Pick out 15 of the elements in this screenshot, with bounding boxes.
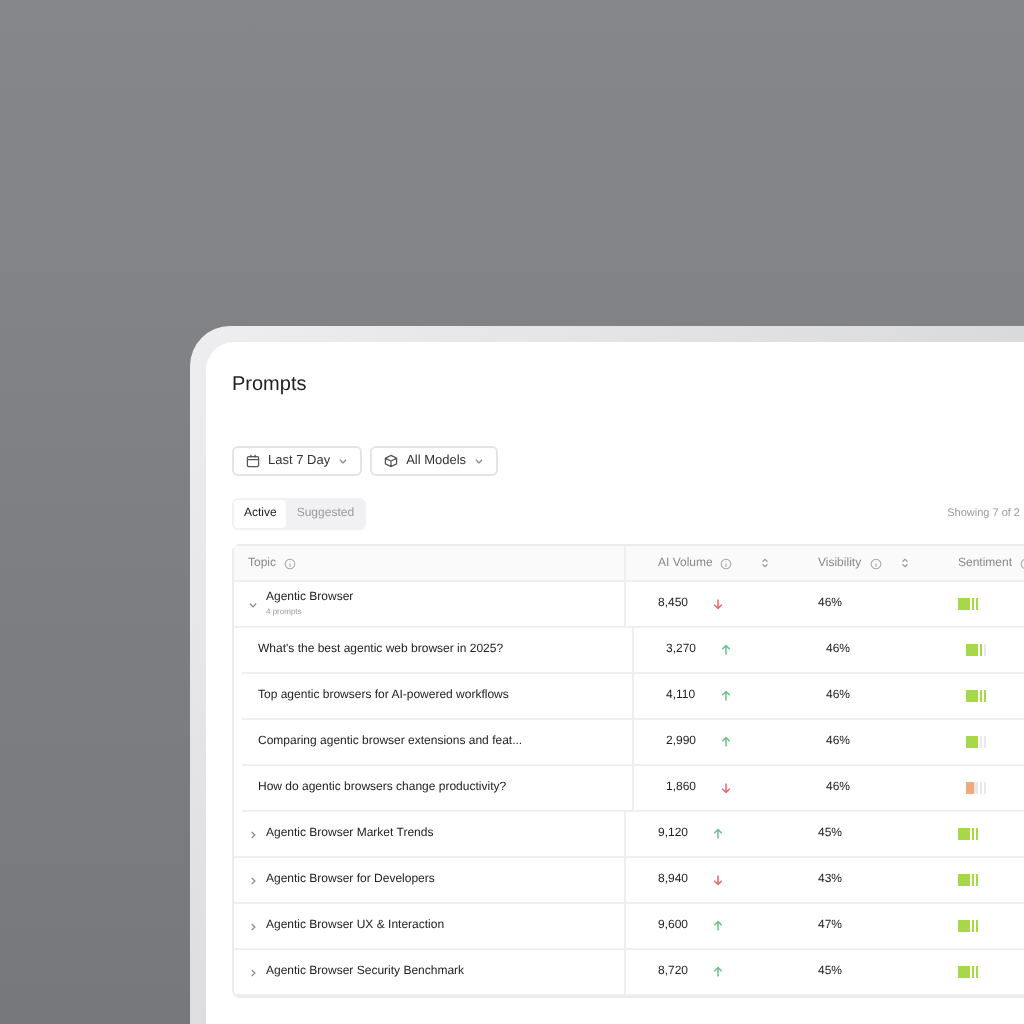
sort-icon[interactable] xyxy=(760,556,770,570)
sort-icon[interactable] xyxy=(900,556,910,570)
chevron-down-icon xyxy=(474,456,485,466)
info-icon xyxy=(869,557,882,569)
chevron-right-icon[interactable] xyxy=(248,921,258,931)
chevron-right-icon[interactable] xyxy=(248,829,258,839)
chevron-right-icon[interactable] xyxy=(248,875,258,885)
page-title: Prompts xyxy=(232,374,309,400)
calendar-icon xyxy=(246,454,260,468)
info-icon xyxy=(720,557,733,569)
chevron-right-icon[interactable] xyxy=(248,967,258,977)
chevron-down-icon xyxy=(338,456,349,466)
chevron-down-icon[interactable] xyxy=(248,599,258,609)
cube-icon xyxy=(384,454,399,468)
info-icon xyxy=(284,557,297,569)
